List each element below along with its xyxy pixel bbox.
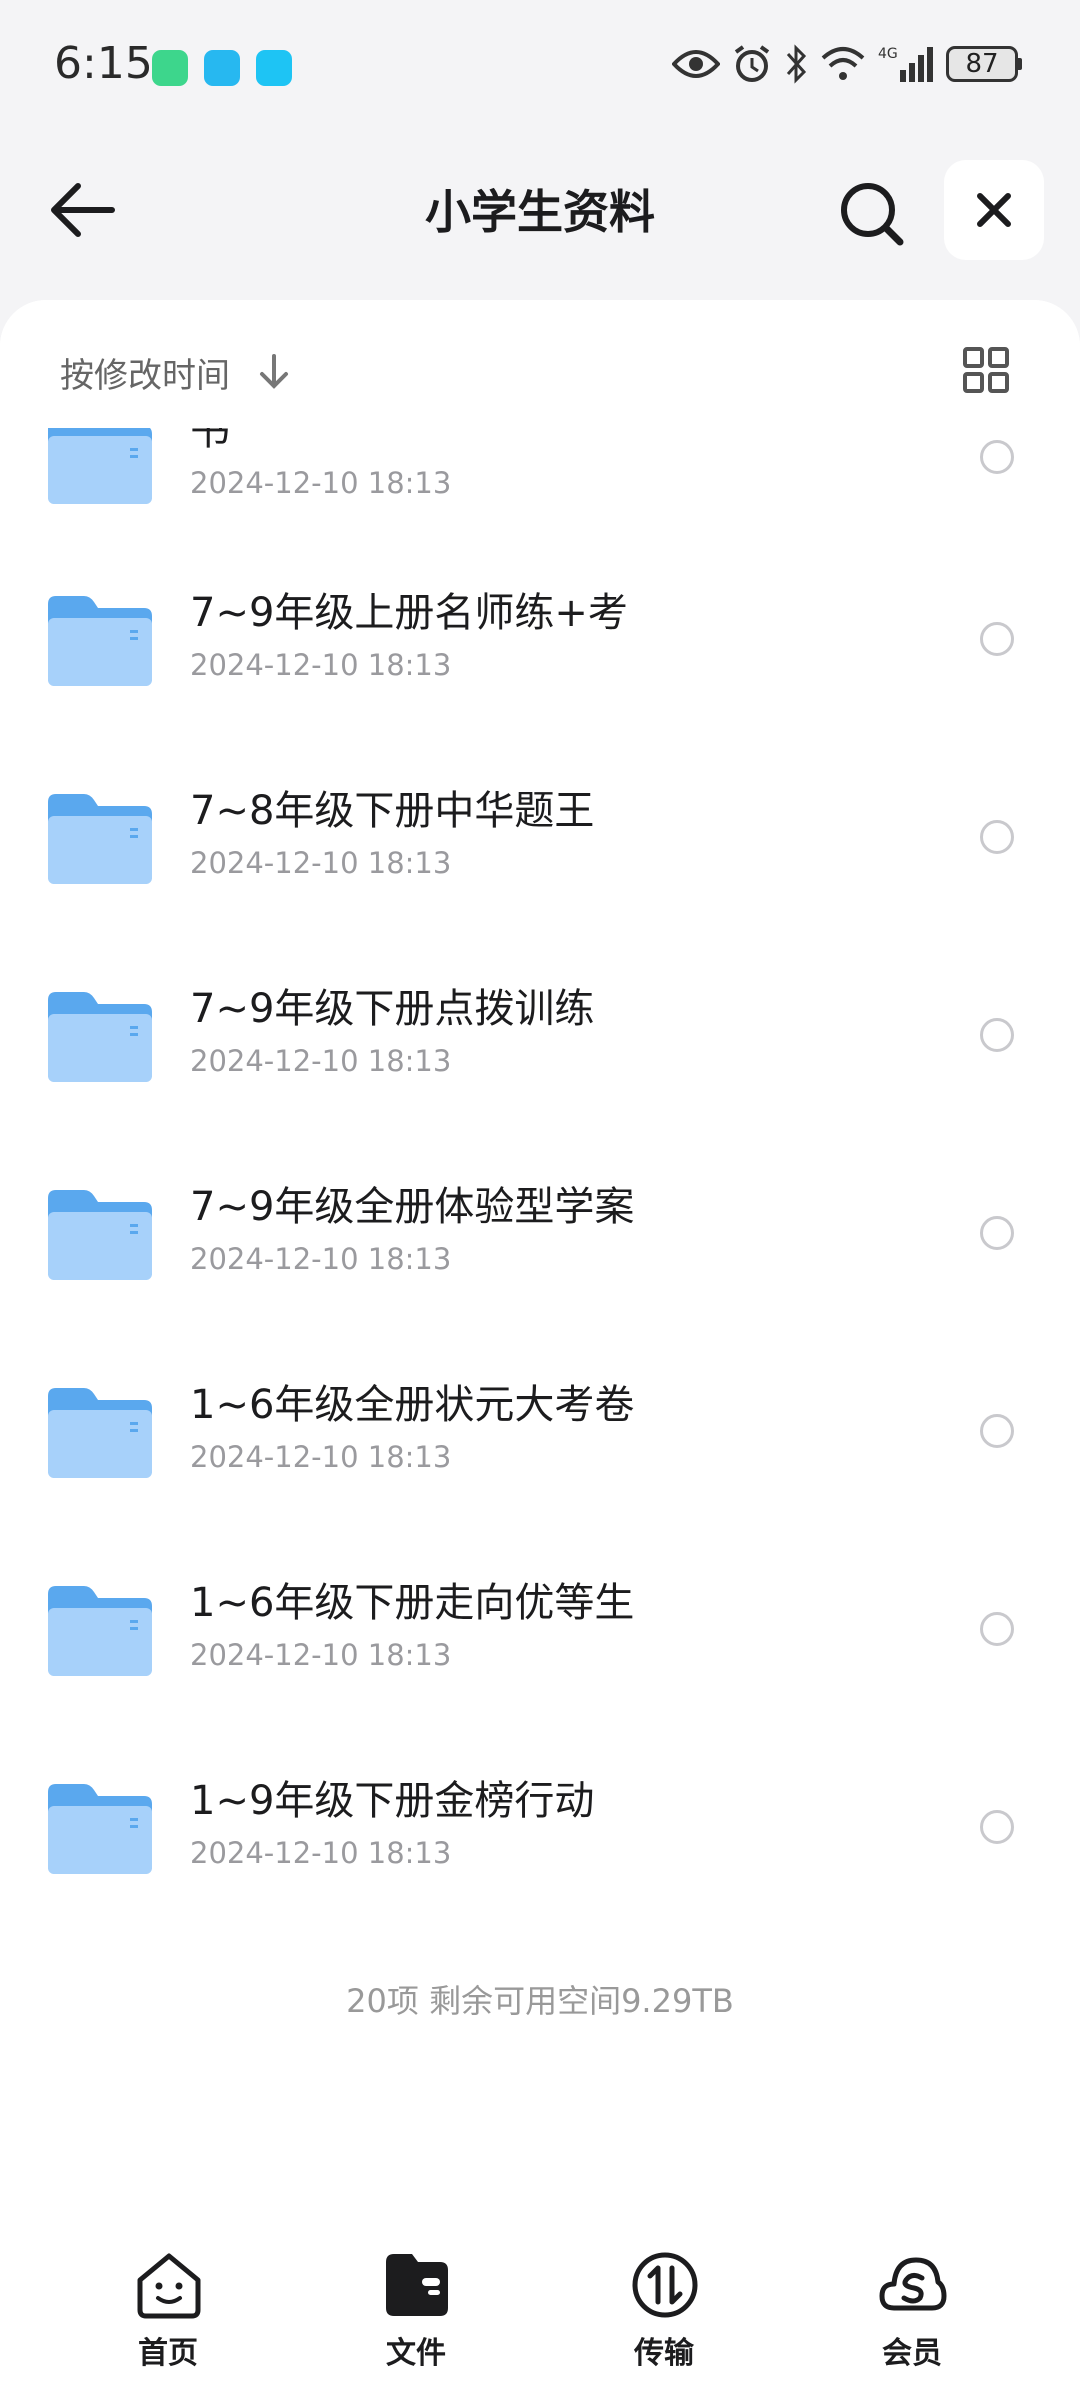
file-date: 2024-12-10 18:13: [190, 466, 452, 500]
file-name: 1~6年级下册走向优等生: [190, 1580, 635, 1626]
status-indicators: 4G 87: [672, 44, 1022, 84]
status-time: 6:15: [54, 38, 153, 89]
select-radio[interactable]: [980, 820, 1014, 854]
bluetooth-icon: [786, 44, 807, 84]
music-app-icon: [204, 50, 240, 86]
svg-text:4G: 4G: [878, 46, 898, 62]
select-radio[interactable]: [980, 440, 1014, 474]
square-app-icon: [256, 50, 292, 86]
sort-down-arrow-icon[interactable]: [258, 352, 290, 392]
file-name: 1~6年级全册状元大考卷: [190, 1382, 635, 1428]
status-bar: 6:15 4G 87: [0, 0, 1080, 130]
folder-icon: [48, 596, 152, 686]
battery-level: 87: [965, 49, 999, 79]
nav-label: 传输: [634, 2336, 694, 2371]
file-date: 2024-12-10 18:13: [190, 1440, 452, 1474]
select-radio[interactable]: [980, 1216, 1014, 1250]
list-item[interactable]: 1~6年级全册状元大考卷 2024-12-10 18:13: [0, 1332, 1080, 1530]
file-date: 2024-12-10 18:13: [190, 648, 452, 682]
cellular-signal-icon: 4G: [878, 46, 933, 82]
select-radio[interactable]: [980, 1018, 1014, 1052]
nav-label: 文件: [386, 2336, 446, 2371]
alarm-icon: [734, 45, 770, 82]
file-date: 2024-12-10 18:13: [190, 1836, 452, 1870]
search-icon[interactable]: [836, 178, 906, 248]
file-date: 2024-12-10 18:13: [190, 1242, 452, 1276]
nav-home[interactable]: 首页: [88, 2250, 248, 2371]
file-date: 2024-12-10 18:13: [190, 1638, 452, 1672]
wifi-icon: [821, 47, 865, 80]
nav-label: 会员: [882, 2336, 942, 2371]
file-list-card: 书 2024-12-10 18:13 7~9年级上册名师练+考 2024-12-…: [0, 300, 1080, 2388]
transfer-arrows-icon: [632, 2252, 698, 2318]
select-radio[interactable]: [980, 1612, 1014, 1646]
file-name: 1~9年级下册金榜行动: [190, 1778, 595, 1824]
folder-icon: [48, 992, 152, 1082]
file-date: 2024-12-10 18:13: [190, 1044, 452, 1078]
nav-transfer[interactable]: 传输: [584, 2250, 744, 2371]
folder-icon: [48, 1190, 152, 1280]
cloud-s-icon: [879, 2257, 947, 2311]
file-name: 7~9年级全册体验型学案: [190, 1184, 635, 1230]
page-title: 小学生资料: [425, 185, 655, 239]
file-name: 7~9年级下册点拨训练: [190, 986, 595, 1032]
file-name: 7~8年级下册中华题王: [190, 788, 595, 834]
storage-summary: 20项 剩余可用空间9.29TB: [346, 1982, 734, 2020]
file-name: 7~9年级上册名师练+考: [190, 590, 628, 636]
folder-icon: [48, 1586, 152, 1676]
smile-face-icon: [137, 2253, 201, 2319]
select-radio[interactable]: [980, 622, 1014, 656]
nav-files[interactable]: 文件: [336, 2250, 496, 2371]
file-date: 2024-12-10 18:13: [190, 846, 452, 880]
list-item[interactable]: 1~9年级下册金榜行动 2024-12-10 18:13: [0, 1728, 1080, 1926]
list-item[interactable]: 7~9年级全册体验型学案 2024-12-10 18:13: [0, 1134, 1080, 1332]
list-item[interactable]: 7~8年级下册中华题王 2024-12-10 18:13: [0, 738, 1080, 936]
close-button[interactable]: [944, 160, 1044, 260]
folder-icon: [48, 1388, 152, 1478]
close-icon: [977, 193, 1011, 227]
nav-vip[interactable]: 会员: [832, 2250, 992, 2371]
battery-icon: 87: [946, 46, 1022, 82]
folder-icon: [48, 1784, 152, 1874]
eye-icon: [672, 50, 720, 78]
nav-label: 首页: [138, 2336, 198, 2371]
sort-label[interactable]: 按修改时间: [60, 348, 230, 397]
shield-app-icon: [152, 50, 188, 86]
select-radio[interactable]: [980, 1810, 1014, 1844]
list-item[interactable]: 1~6年级下册走向优等生 2024-12-10 18:13: [0, 1530, 1080, 1728]
list-item[interactable]: 7~9年级上册名师练+考 2024-12-10 18:13: [0, 540, 1080, 738]
select-radio[interactable]: [980, 1414, 1014, 1448]
folder-icon: [48, 794, 152, 884]
sort-bar: 按修改时间: [0, 300, 1080, 428]
file-list[interactable]: 书 2024-12-10 18:13 7~9年级上册名师练+考 2024-12-…: [0, 300, 1080, 2000]
list-item[interactable]: 7~9年级下册点拨训练 2024-12-10 18:13: [0, 936, 1080, 1134]
grid-view-icon[interactable]: [962, 346, 1010, 394]
folder-wallet-icon: [386, 2254, 448, 2316]
